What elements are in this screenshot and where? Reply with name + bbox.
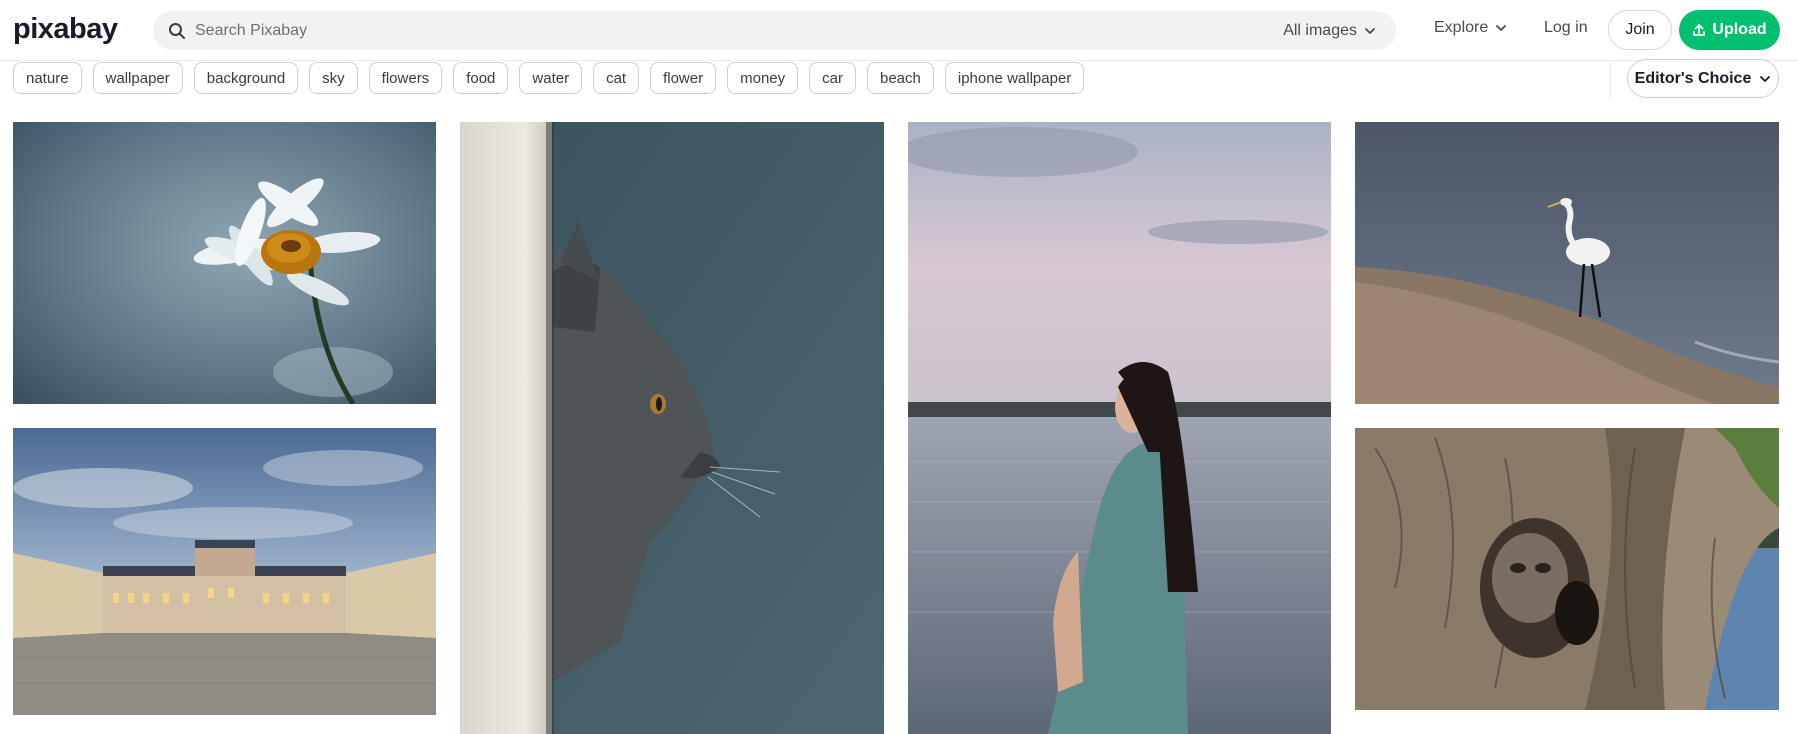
cat-image: [460, 122, 884, 734]
search-input[interactable]: [195, 11, 1095, 50]
photo-cat[interactable]: [460, 122, 884, 734]
palace-image: [13, 428, 436, 715]
sort-select[interactable]: Editor's Choice: [1627, 59, 1779, 98]
top-header: pixabay All images Explore Log in Join U…: [0, 0, 1798, 61]
photo-daisy[interactable]: [13, 122, 436, 404]
divider: [1610, 60, 1611, 100]
tag-chip[interactable]: wallpaper: [92, 62, 183, 94]
explore-label: Explore: [1434, 19, 1489, 36]
explore-menu[interactable]: Explore: [1434, 19, 1507, 37]
join-button[interactable]: Join: [1608, 10, 1672, 50]
photo-woman-lake[interactable]: [908, 122, 1331, 734]
tag-chip[interactable]: nature: [13, 62, 82, 94]
tag-chip[interactable]: iphone wallpaper: [944, 62, 1085, 94]
tag-chip[interactable]: money: [727, 62, 799, 94]
search-bar: All images: [153, 11, 1396, 50]
tag-chip[interactable]: car: [809, 62, 856, 94]
tag-chip[interactable]: flower: [650, 62, 717, 94]
chevron-down-icon: [1760, 75, 1771, 82]
media-type-label: All images: [1283, 21, 1357, 39]
sort-label: Editor's Choice: [1634, 69, 1752, 87]
chevron-down-icon: [1496, 25, 1507, 31]
tag-chip[interactable]: flowers: [368, 62, 443, 94]
owl-tree-image: [1355, 428, 1779, 710]
tag-list: nature wallpaper background sky flowers …: [13, 62, 1085, 95]
pixabay-logo[interactable]: pixabay: [13, 12, 131, 46]
upload-button[interactable]: Upload: [1679, 10, 1780, 50]
search-icon[interactable]: [168, 22, 186, 40]
photo-owl-tree[interactable]: [1355, 428, 1779, 710]
upload-icon: [1693, 24, 1706, 36]
tag-chip[interactable]: background: [193, 62, 299, 94]
egret-image: [1355, 122, 1779, 404]
photo-egret[interactable]: [1355, 122, 1779, 404]
woman-lake-image: [908, 122, 1331, 734]
daisy-image: [13, 122, 436, 404]
chevron-down-icon: [1365, 27, 1375, 34]
tag-chip[interactable]: cat: [593, 62, 640, 94]
photo-palace[interactable]: [13, 428, 436, 715]
upload-label: Upload: [1712, 21, 1767, 38]
tag-chip[interactable]: water: [519, 62, 583, 94]
tag-chip[interactable]: food: [453, 62, 509, 94]
tag-chip[interactable]: beach: [866, 62, 934, 94]
tag-chip[interactable]: sky: [309, 62, 358, 94]
svg-text:pixabay: pixabay: [13, 13, 118, 45]
login-link[interactable]: Log in: [1544, 19, 1588, 37]
media-type-select[interactable]: All images: [1283, 11, 1376, 50]
